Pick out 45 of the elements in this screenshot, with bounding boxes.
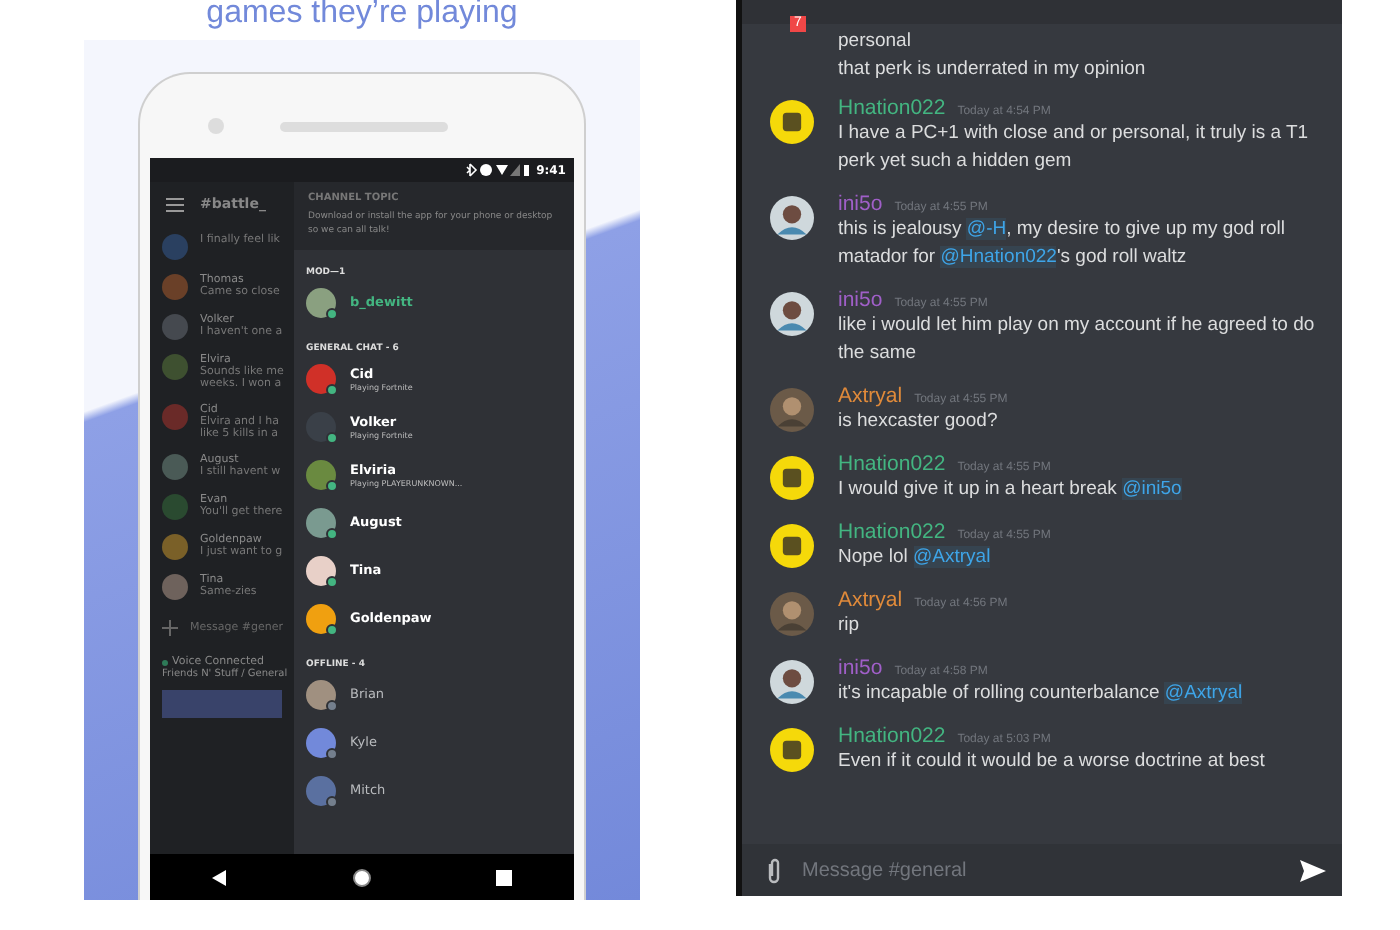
user-avatar-icon <box>770 592 814 636</box>
mention-link[interactable]: @Hnation022 <box>940 246 1057 268</box>
author-name[interactable]: Hnation022 <box>838 452 946 476</box>
back-icon[interactable] <box>212 869 228 885</box>
message-text: this is jealousy @-H, my desire to give up my god roll matador for @Hnation022's god roll waltz <box>838 216 1287 272</box>
mention-link[interactable]: @ini5o <box>1122 478 1182 500</box>
logo-avatar-icon <box>770 456 814 500</box>
status-icons <box>466 162 531 178</box>
author-name[interactable]: Hnation022 <box>838 724 946 748</box>
author-name[interactable]: ini5o <box>838 192 883 216</box>
message-text: rip <box>838 612 862 640</box>
home-icon[interactable] <box>352 867 372 887</box>
speaker-icon <box>280 122 448 132</box>
plus-icon[interactable] <box>162 620 178 636</box>
author-name[interactable]: ini5o <box>838 656 883 680</box>
message-field[interactable]: Message #general <box>802 859 1280 881</box>
mention-link[interactable]: @Axtryal <box>913 546 991 568</box>
author-name[interactable]: Hnation022 <box>838 96 946 120</box>
user-avatar-icon <box>770 388 814 432</box>
message-text: I would give it up in a heart break @ini5o <box>838 476 1184 504</box>
message-text: I have a PC+1 with close and or personal, it truly is a T1 perk yet such a hidden gem <box>838 120 1311 176</box>
mention-link[interactable]: @-H <box>966 218 1007 240</box>
message-text: is hexcaster good? <box>838 408 1000 436</box>
menu-icon[interactable] <box>166 197 184 211</box>
author-name[interactable]: Hnation022 <box>838 520 946 544</box>
logo-avatar-icon <box>770 728 814 772</box>
author-name[interactable]: Axtryal <box>838 588 903 612</box>
message-text: Even if it could it would be a worse doctrine at best <box>838 748 1267 776</box>
message-text: personal <box>838 28 913 56</box>
author-name[interactable]: ini5o <box>838 288 883 312</box>
logo-avatar-icon <box>770 100 814 144</box>
message-text: like i would let him play on my account if he agreed to do the same <box>838 312 1317 368</box>
message-text: Nope lol @Axtryal <box>838 544 993 572</box>
user-avatar-icon <box>770 196 814 240</box>
overview-icon[interactable] <box>496 869 512 885</box>
message-text: it's incapable of rolling counterbalance @Axtryal <box>838 680 1245 708</box>
logo-avatar-icon <box>770 524 814 568</box>
user-avatar-icon <box>770 660 814 704</box>
author-name[interactable]: Axtryal <box>838 384 903 408</box>
paperclip-icon[interactable] <box>766 857 782 883</box>
mention-link[interactable]: @Axtryal <box>1164 682 1243 704</box>
send-icon[interactable] <box>1300 859 1326 881</box>
message-text: that perk is underrated in my opinion <box>838 56 1148 84</box>
user-avatar-icon <box>770 292 814 336</box>
camera-icon <box>208 118 224 134</box>
